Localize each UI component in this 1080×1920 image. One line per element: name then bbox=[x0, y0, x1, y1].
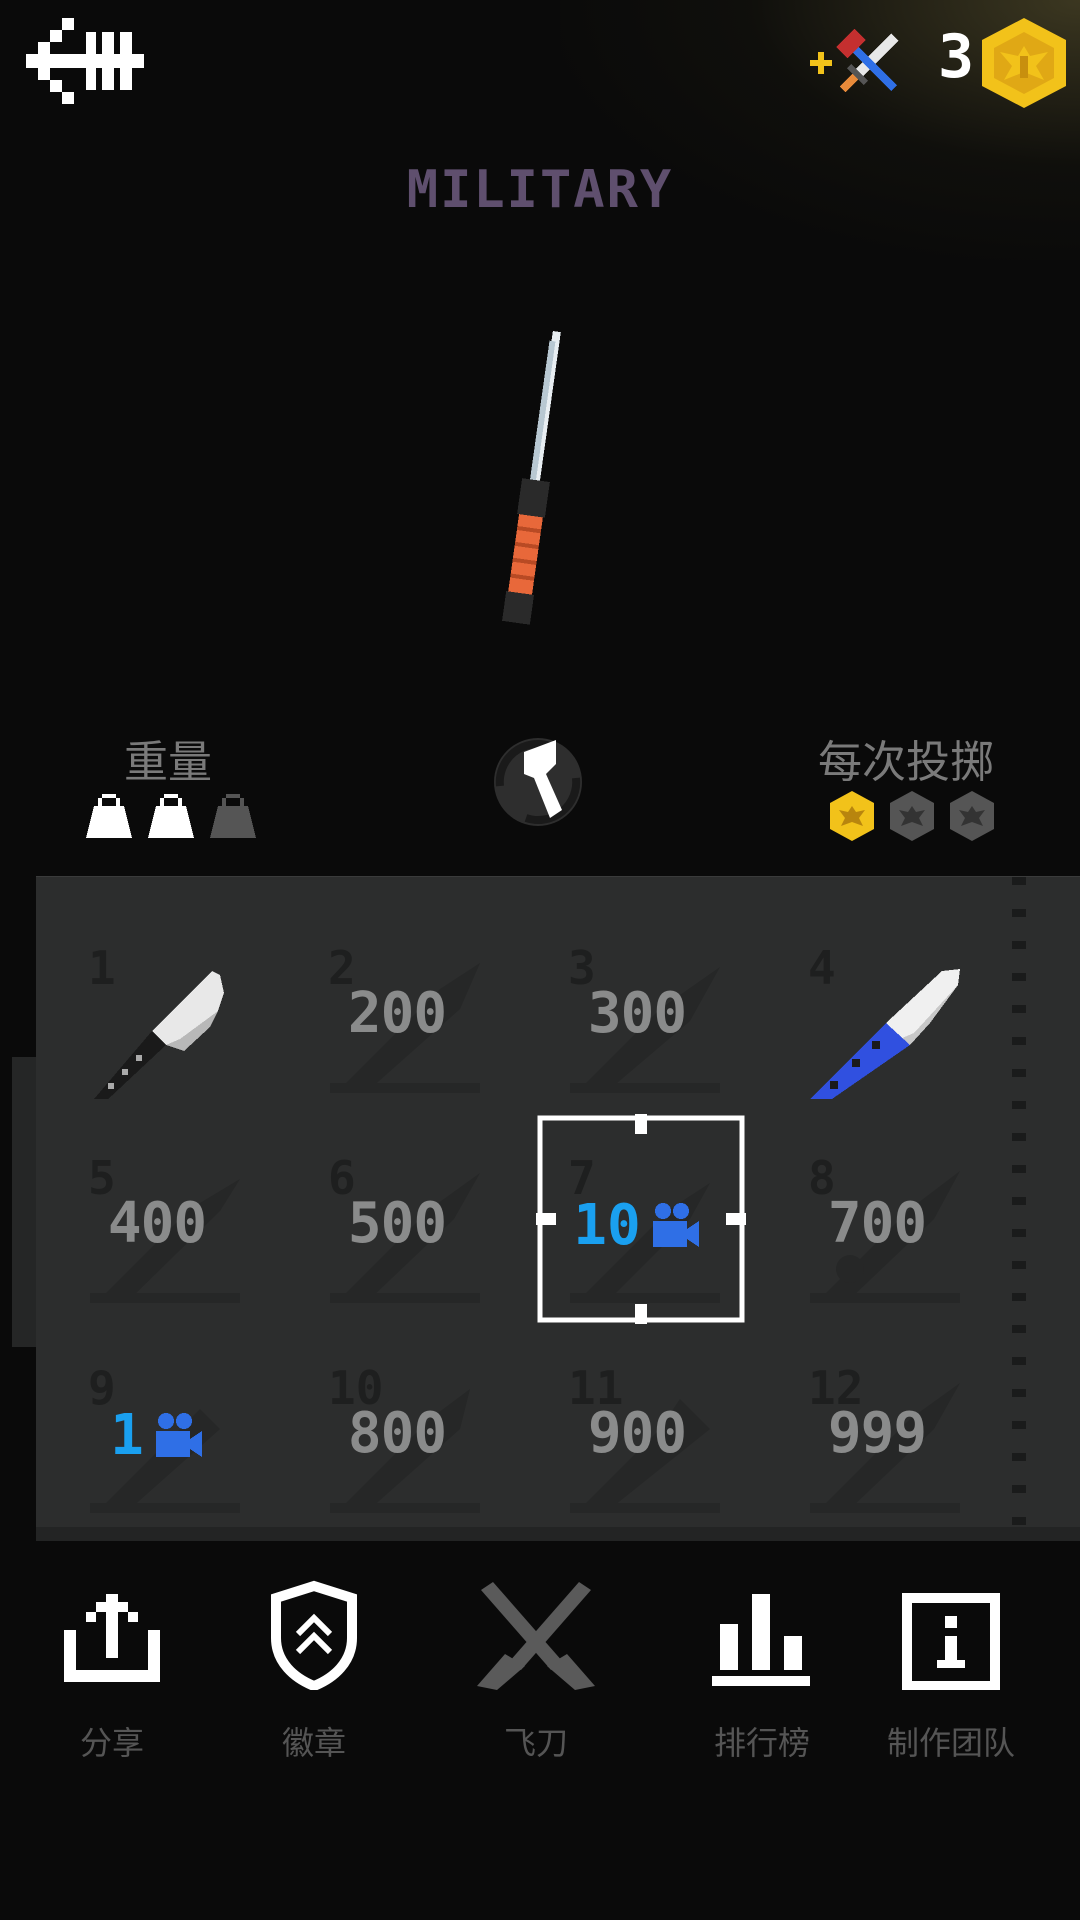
knife-slot-2[interactable]: 2 200 bbox=[312, 931, 482, 1101]
slot-shelf bbox=[330, 1503, 480, 1513]
nav-leaderboard[interactable]: 排行榜 bbox=[667, 1570, 857, 1770]
video-count: 1 bbox=[110, 1403, 144, 1468]
nav-badges[interactable]: 徽章 bbox=[219, 1570, 409, 1770]
per-throw-label: 每次投掷 bbox=[818, 737, 994, 788]
eagle-coin-icon bbox=[982, 18, 1066, 108]
weight-icon bbox=[86, 794, 132, 838]
slot-shelf bbox=[90, 1293, 240, 1303]
crossed-knives-icon bbox=[477, 1582, 595, 1690]
slot-shelf bbox=[330, 1083, 480, 1093]
slot-price: 700 bbox=[827, 1191, 927, 1256]
eagle-coin-icon bbox=[890, 791, 934, 841]
weight-icon bbox=[210, 794, 256, 838]
slot-shelf bbox=[570, 1293, 720, 1303]
back-arrow-icon bbox=[26, 18, 144, 104]
slot-shelf bbox=[570, 1083, 720, 1093]
knife-slot-12[interactable]: 12 999 bbox=[792, 1351, 962, 1521]
spin-icon[interactable] bbox=[490, 734, 586, 830]
knife-slot-1[interactable]: 1 bbox=[72, 931, 242, 1101]
slot-price: 999 bbox=[827, 1401, 927, 1466]
crossed-weapons-icon bbox=[810, 28, 899, 93]
info-icon bbox=[902, 1593, 1000, 1690]
weight-label: 重量 bbox=[124, 737, 212, 788]
slot-price: 800 bbox=[347, 1401, 447, 1466]
slot-shelf bbox=[810, 1503, 960, 1513]
panel-edge bbox=[12, 1057, 36, 1347]
nav-share[interactable]: 分享 bbox=[17, 1570, 207, 1770]
per-throw-coins bbox=[828, 790, 996, 842]
weight-meter bbox=[86, 794, 256, 838]
nav-label: 排行榜 bbox=[713, 1724, 810, 1762]
nav-credits[interactable]: 制作团队 bbox=[856, 1570, 1046, 1770]
nav-label: 分享 bbox=[79, 1724, 144, 1762]
video-count: 10 bbox=[573, 1193, 641, 1258]
back-button[interactable] bbox=[26, 18, 144, 104]
nav-label: 徽章 bbox=[281, 1724, 346, 1762]
knife-preview-icon bbox=[502, 331, 561, 625]
panel-bottom bbox=[36, 1527, 1080, 1541]
folding-knife-icon bbox=[810, 969, 960, 1099]
nav-label: 飞刀 bbox=[503, 1724, 568, 1762]
panel-rail bbox=[1012, 877, 1026, 1541]
badge-shield-icon bbox=[271, 1580, 357, 1690]
slot-shelf bbox=[810, 1293, 960, 1303]
eagle-coin-icon bbox=[950, 791, 994, 841]
knife-slot-10[interactable]: 10 800 bbox=[312, 1351, 482, 1521]
knife-slot-7[interactable]: 7 10 bbox=[552, 1141, 722, 1311]
video-camera-icon bbox=[155, 1412, 202, 1457]
slot-price: 400 bbox=[107, 1191, 207, 1256]
knife-grid-panel: 1 2 200 3 300 4 5 400 6 500 7 10 8 700 9… bbox=[12, 876, 1080, 1541]
slot-shelf bbox=[330, 1293, 480, 1303]
nav-knives[interactable]: 飞刀 bbox=[441, 1570, 631, 1770]
video-camera-icon bbox=[652, 1202, 699, 1247]
slot-shelf bbox=[570, 1503, 720, 1513]
video-unlock: 1 bbox=[72, 1403, 242, 1468]
knife-slot-9[interactable]: 9 1 bbox=[72, 1351, 242, 1521]
share-icon bbox=[64, 1594, 160, 1682]
slot-price: 300 bbox=[587, 981, 687, 1046]
nav-label: 制作团队 bbox=[886, 1724, 1015, 1762]
coin-count: 3 bbox=[938, 22, 975, 92]
weapons-shop-button[interactable] bbox=[808, 24, 912, 104]
knife-slot-4[interactable]: 4 bbox=[792, 931, 962, 1101]
slot-price: 200 bbox=[347, 981, 447, 1046]
bar-chart-icon bbox=[712, 1594, 810, 1686]
knife-slot-5[interactable]: 5 400 bbox=[72, 1141, 242, 1311]
knife-slot-11[interactable]: 11 900 bbox=[552, 1351, 722, 1521]
knife-slot-6[interactable]: 6 500 bbox=[312, 1141, 482, 1311]
slot-price: 500 bbox=[347, 1191, 447, 1256]
eagle-coin-icon bbox=[830, 791, 874, 841]
knife-slot-3[interactable]: 3 300 bbox=[552, 931, 722, 1101]
weapon-name: MILITARY bbox=[406, 160, 674, 220]
knife-slot-8[interactable]: 8 700 bbox=[792, 1141, 962, 1311]
kitchen-knife-icon bbox=[94, 971, 224, 1099]
video-unlock: 10 bbox=[552, 1193, 722, 1258]
slot-price: 900 bbox=[587, 1401, 687, 1466]
slot-shelf bbox=[90, 1503, 240, 1513]
weight-icon bbox=[148, 794, 194, 838]
